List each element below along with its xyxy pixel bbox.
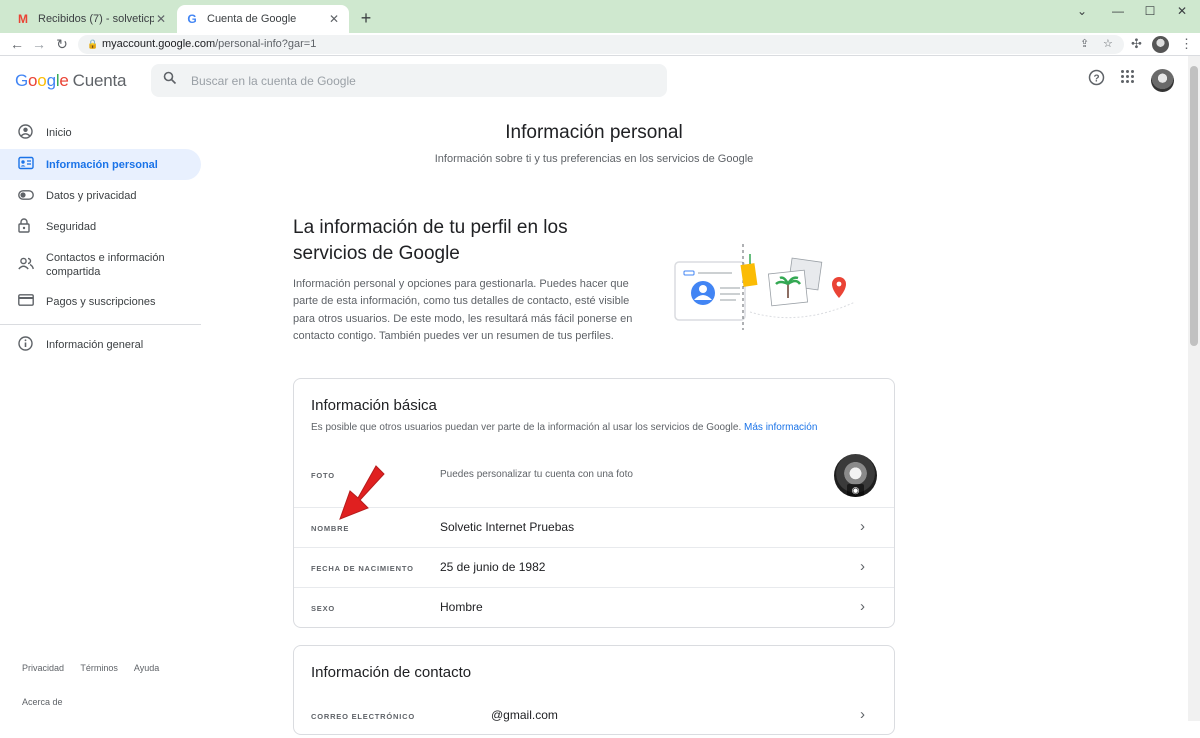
lock-icon <box>0 217 46 236</box>
svg-text:?: ? <box>1093 74 1099 85</box>
back-button[interactable]: ← <box>8 36 26 52</box>
google-account-logo[interactable]: Google Cuenta <box>15 71 126 91</box>
sidebar-item-informacion-general[interactable]: Información general <box>0 329 201 360</box>
contact-info-card: Información de contacto CORREO ELECTRÓNI… <box>293 645 895 735</box>
close-tab-icon[interactable]: ✕ <box>154 12 168 26</box>
apps-grid-icon[interactable] <box>1120 69 1135 89</box>
about-link[interactable]: Acerca de <box>22 697 63 707</box>
row-label: CORREO ELECTRÓNICO <box>311 712 415 721</box>
info-icon <box>0 335 46 354</box>
intro-text: Información personal y opciones para ges… <box>293 278 633 342</box>
tab-title: Cuenta de Google <box>207 13 297 25</box>
tab-title: Recibidos (7) - solveticp1@gmail <box>38 13 154 25</box>
sidebar-divider <box>0 324 201 325</box>
close-window-button[interactable]: ✕ <box>1167 4 1197 18</box>
people-icon <box>0 257 46 273</box>
gender-row[interactable]: SEXO Hombre › <box>294 587 894 627</box>
profile-illustration <box>674 244 856 330</box>
forward-button[interactable]: → <box>30 36 48 52</box>
share-icon[interactable]: ⇪ <box>1080 35 1089 54</box>
bookmark-star-icon[interactable]: ☆ <box>1103 35 1113 54</box>
product-name: Cuenta <box>72 71 127 90</box>
maximize-button[interactable]: ☐ <box>1135 4 1165 18</box>
help-icon[interactable]: ? <box>1088 69 1105 91</box>
chevron-right-icon: › <box>860 518 865 535</box>
page-title: Información personal <box>505 122 683 143</box>
contact-info-title: Información de contacto <box>311 664 472 681</box>
help-link[interactable]: Ayuda <box>134 663 159 673</box>
intro-heading: La información de tu perfil en los servi… <box>293 217 568 264</box>
row-label: FECHA DE NACIMIENTO <box>311 564 414 573</box>
minimize-button[interactable]: — <box>1103 4 1133 18</box>
more-info-link[interactable]: Más información <box>744 422 817 433</box>
google-icon: G <box>187 12 197 26</box>
new-tab-button[interactable]: + <box>356 8 376 29</box>
row-label: SEXO <box>311 604 336 613</box>
tab-google-account[interactable]: G Cuenta de Google ✕ <box>177 5 349 33</box>
sidebar-item-pagos[interactable]: Pagos y suscripciones <box>0 286 201 317</box>
reload-button[interactable]: ↻ <box>53 36 71 52</box>
address-bar[interactable]: 🔒 myaccount.google.com/personal-info?gar… <box>78 35 1124 54</box>
sidebar-item-datos-privacidad[interactable]: Datos y privacidad <box>0 180 201 211</box>
search-icon[interactable] <box>163 71 177 89</box>
menu-kebab-icon[interactable]: ⋮ <box>1180 36 1193 52</box>
profile-avatar[interactable] <box>1152 36 1169 53</box>
browser-tab-bar: M Recibidos (7) - solveticp1@gmail ✕ G C… <box>0 0 1200 33</box>
email-row[interactable]: CORREO ELECTRÓNICO @gmail.com › <box>294 698 894 738</box>
sidebar-item-seguridad[interactable]: Seguridad <box>0 211 201 242</box>
id-card-icon <box>0 156 46 173</box>
lock-icon: 🔒 <box>87 39 99 49</box>
row-value: Solvetic Internet Pruebas <box>440 520 575 534</box>
gmail-icon: M <box>18 12 28 26</box>
basic-info-note: Es posible que otros usuarios puedan ver… <box>311 422 818 433</box>
tab-search-chevron-icon[interactable]: ⌄ <box>1067 4 1097 18</box>
tab-gmail[interactable]: M Recibidos (7) - solveticp1@gmail ✕ <box>8 5 176 33</box>
extensions-icon[interactable]: ✣ <box>1131 36 1142 52</box>
account-circle-icon <box>0 123 46 142</box>
credit-card-icon <box>0 294 46 309</box>
page-subtitle: Información sobre ti y tus preferencias … <box>434 153 754 165</box>
chevron-right-icon: › <box>860 558 865 575</box>
sidebar-item-contactos[interactable]: Contactos e información compartida <box>0 249 201 281</box>
camera-icon: ◉ <box>847 484 864 497</box>
row-value: Puedes personalizar tu cuenta con una fo… <box>440 469 633 480</box>
account-search <box>151 64 667 97</box>
row-value: 25 de junio de 1982 <box>440 560 546 574</box>
row-value: Hombre <box>440 600 483 614</box>
footer-links: Privacidad Términos Ayuda <box>22 663 173 673</box>
url-host: myaccount.google.com <box>102 38 216 50</box>
red-annotation-arrow-icon <box>339 465 385 520</box>
profile-photo[interactable]: ◉ <box>834 454 877 497</box>
row-label: FOTO <box>311 471 335 480</box>
row-value: @gmail.com <box>491 708 558 722</box>
sidebar-item-informacion-personal[interactable]: Información personal <box>0 149 201 180</box>
toggle-icon <box>0 188 46 203</box>
row-label: NOMBRE <box>311 524 350 533</box>
birthdate-row[interactable]: FECHA DE NACIMIENTO 25 de junio de 1982 … <box>294 547 894 587</box>
app-header: GoogleCuenta ? <box>0 56 1188 106</box>
terms-link[interactable]: Términos <box>80 663 118 673</box>
chevron-right-icon: › <box>860 598 865 615</box>
page-scrollbar[interactable] <box>1188 56 1200 721</box>
basic-info-title: Información básica <box>311 397 437 414</box>
chevron-right-icon: › <box>860 706 865 723</box>
browser-toolbar: ← → ↻ 🔒 myaccount.google.com/personal-in… <box>0 33 1200 56</box>
sidebar-item-inicio[interactable]: Inicio <box>0 117 201 148</box>
account-avatar[interactable] <box>1151 69 1174 92</box>
sidebar-nav: Inicio Información personal Datos y priv… <box>0 106 202 721</box>
scrollbar-thumb[interactable] <box>1190 66 1198 346</box>
url-path: /personal-info?gar=1 <box>215 38 317 50</box>
close-tab-icon[interactable]: ✕ <box>327 12 341 26</box>
privacy-link[interactable]: Privacidad <box>22 663 64 673</box>
search-input[interactable] <box>191 64 651 97</box>
